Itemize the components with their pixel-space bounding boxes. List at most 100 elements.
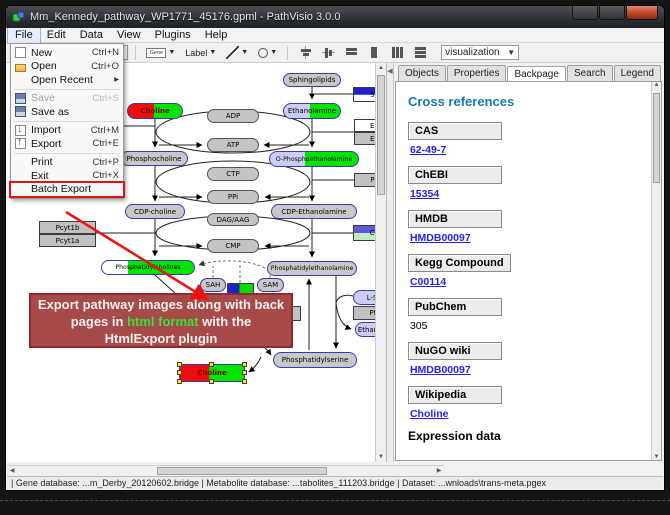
- canvas-vertical-scrollbar[interactable]: ▲ ▼: [375, 63, 386, 462]
- scroll-up-icon[interactable]: ▲: [652, 82, 661, 88]
- pathway-node-choline[interactable]: Choline: [179, 364, 245, 382]
- pathway-node-adp[interactable]: ADP: [207, 109, 259, 123]
- scrollbar-thumb[interactable]: [157, 467, 327, 475]
- pathway-node-phosphocholine[interactable]: Phosphocholine: [120, 151, 188, 166]
- file-menu-item-new[interactable]: NewCtrl+N: [11, 46, 123, 60]
- line-tool-button[interactable]: ▼: [223, 45, 251, 61]
- collapse-arrow-icon: ◀: [387, 67, 392, 75]
- pathway-node-cmp[interactable]: CMP: [207, 239, 259, 253]
- backpage-section: NuGO wiki HMDB00097: [408, 341, 661, 376]
- menu-view[interactable]: View: [110, 28, 148, 43]
- scroll-left-icon[interactable]: ◀: [7, 466, 17, 476]
- menu-shortcut: Ctrl+N: [92, 47, 119, 58]
- save-as-icon: [15, 106, 26, 117]
- pathway-node-sah[interactable]: SAH: [200, 278, 226, 292]
- scroll-down-icon[interactable]: ▼: [652, 454, 661, 460]
- pathway-node-phosphatidylethanolamine[interactable]: Phosphatidylethanolamine: [267, 261, 357, 276]
- splitpane-divider[interactable]: ◀: [387, 63, 394, 462]
- common-height-button[interactable]: [368, 46, 381, 59]
- pathway-node-atp[interactable]: ATP: [207, 138, 259, 152]
- crossref-link[interactable]: 15354: [410, 188, 439, 200]
- crossref-link[interactable]: 62-49-7: [410, 144, 446, 156]
- pathway-node-o-phosphoethanolamine[interactable]: O-Phosphoethanolamine: [269, 151, 359, 167]
- crossref-link[interactable]: C00114: [410, 276, 446, 288]
- selection-handle[interactable]: [242, 379, 247, 384]
- pathway-node-pcyt1b[interactable]: Pcyt1b: [39, 221, 96, 234]
- menu-data[interactable]: Data: [73, 28, 110, 43]
- tab-search[interactable]: Search: [567, 65, 613, 81]
- tab-legend[interactable]: Legend: [614, 65, 661, 81]
- selection-handle[interactable]: [242, 362, 247, 367]
- pathway-node-choline[interactable]: Choline: [127, 103, 183, 119]
- selection-handle[interactable]: [242, 370, 247, 375]
- chevron-down-icon: ▼: [168, 49, 175, 56]
- pathway-node-ethanolamine[interactable]: Ethanolamine: [283, 103, 341, 119]
- align-center-vertical-button[interactable]: [322, 46, 335, 59]
- file-menu-item-save-as[interactable]: Save as: [11, 105, 123, 119]
- selection-handle[interactable]: [177, 370, 182, 375]
- pathway-node-dag-aag[interactable]: DAG/AAG: [207, 213, 259, 226]
- file-menu-item-export[interactable]: ExportCtrl+E: [11, 137, 123, 151]
- pathway-node-phosphatidylcholines[interactable]: Phosphatidylcholines: [101, 260, 195, 275]
- pathway-node-ppi[interactable]: PPi: [207, 190, 259, 204]
- file-menu-item-batch-export[interactable]: Batch Export: [11, 183, 123, 197]
- selection-handle[interactable]: [209, 379, 214, 384]
- file-menu-item-import[interactable]: ImportCtrl+M: [11, 124, 123, 138]
- file-menu-item-print[interactable]: PrintCtrl+P: [11, 156, 123, 170]
- scroll-down-icon[interactable]: ▼: [376, 452, 386, 462]
- menu-edit[interactable]: Edit: [40, 28, 73, 43]
- pathway-node-cdp-choline[interactable]: CDP-choline: [125, 204, 185, 219]
- selection-handle[interactable]: [177, 362, 182, 367]
- menu-item-label: Open: [31, 60, 91, 72]
- backpage-section: HMDBHMDB00097: [408, 209, 661, 244]
- pathway-node-cdp-ethanolamine[interactable]: CDP-Ethanolamine: [271, 204, 357, 219]
- selection-handle[interactable]: [177, 379, 182, 384]
- menu-help[interactable]: Help: [198, 28, 235, 43]
- backpage-section: Kegg CompoundC00114: [408, 253, 661, 288]
- scroll-up-icon[interactable]: ▲: [376, 63, 386, 73]
- backpage-heading: Cross references: [408, 94, 661, 109]
- datanode-tool-button[interactable]: Gene ▼: [143, 45, 178, 61]
- distribute-horizontal-button[interactable]: [391, 46, 404, 59]
- pathway-node-pcyt1a[interactable]: Pcyt1a: [39, 234, 96, 247]
- distribute-vertical-button[interactable]: [414, 46, 427, 59]
- selection-handle[interactable]: [209, 362, 214, 367]
- tab-objects[interactable]: Objects: [398, 65, 446, 81]
- pathway-node-ctp[interactable]: CTP: [207, 167, 259, 181]
- scrollbar-thumb[interactable]: [653, 93, 660, 183]
- menu-file[interactable]: File: [8, 28, 40, 43]
- scrollbar-thumb[interactable]: [377, 75, 385, 195]
- shape-tool-button[interactable]: ▼: [255, 45, 280, 61]
- menu-item-label: Open Recent: [31, 74, 114, 86]
- pathway-node-phosphatidylserine[interactable]: Phosphatidylserine: [273, 352, 357, 368]
- crossref-link[interactable]: HMDB00097: [410, 364, 471, 376]
- align-center-horizontal-button[interactable]: [299, 46, 312, 59]
- visualization-combobox[interactable]: visualization▼: [441, 45, 519, 60]
- file-menu-item-exit[interactable]: ExitCtrl+X: [11, 169, 123, 183]
- minimize-button[interactable]: [572, 6, 598, 20]
- crossref-link[interactable]: Choline: [410, 408, 449, 420]
- canvas-horizontal-scrollbar[interactable]: ◀ ▶: [7, 465, 444, 476]
- title-bar[interactable]: Mm_Kennedy_pathway_WP1771_45176.gpml - P…: [6, 6, 664, 28]
- pathway-node-sam[interactable]: SAM: [257, 278, 284, 292]
- menu-plugins[interactable]: Plugins: [148, 28, 198, 43]
- common-width-button[interactable]: [345, 46, 358, 59]
- backpage-section-header: NuGO wiki: [408, 342, 502, 360]
- window-frame-edge: [0, 500, 670, 501]
- side-panel-tabs: ObjectsPropertiesBackpageSearchLegend: [394, 63, 663, 81]
- file-menu-item-open[interactable]: OpenCtrl+O: [11, 60, 123, 74]
- file-menu-item-open-recent[interactable]: Open Recent▸: [11, 73, 123, 87]
- tab-backpage[interactable]: Backpage: [507, 66, 565, 82]
- panel-vertical-scrollbar[interactable]: ▲ ▼: [651, 82, 661, 460]
- backpage-section-value: HMDB00097: [410, 232, 661, 244]
- label-tool-button[interactable]: Label ▼: [182, 45, 219, 61]
- tab-properties[interactable]: Properties: [447, 65, 507, 81]
- pathway-node-sphingolipids[interactable]: Sphingolipids: [283, 73, 341, 87]
- scroll-right-icon[interactable]: ▶: [434, 466, 444, 476]
- backpage-section-value: 62-49-7: [410, 144, 661, 156]
- maximize-button[interactable]: [599, 6, 625, 20]
- file-menu-item-save[interactable]: SaveCtrl+S: [11, 92, 123, 106]
- crossref-link[interactable]: HMDB00097: [410, 232, 471, 244]
- close-button[interactable]: [626, 6, 658, 20]
- import-icon: [15, 125, 26, 136]
